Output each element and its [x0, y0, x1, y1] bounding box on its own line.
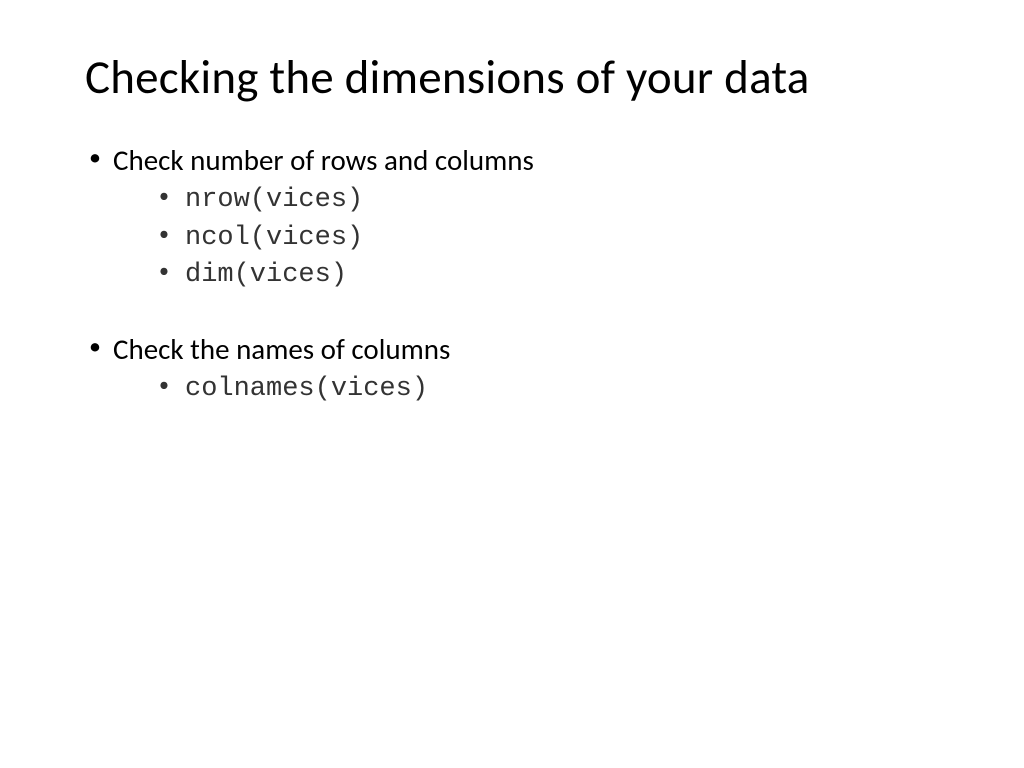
- code-item: nrow(vices): [113, 182, 939, 220]
- bullet-text: Check the names of columns: [113, 331, 450, 367]
- list-item: Check number of rows and columns nrow(vi…: [85, 142, 939, 295]
- sub-list: nrow(vices) ncol(vices) dim(vices): [113, 182, 939, 295]
- bullet-list: Check number of rows and columns nrow(vi…: [85, 142, 939, 409]
- slide-title: Checking the dimensions of your data: [85, 50, 939, 104]
- sub-list: colnames(vices): [113, 371, 939, 409]
- list-item: Check the names of columns colnames(vice…: [85, 331, 939, 408]
- code-item: ncol(vices): [113, 220, 939, 258]
- code-item: dim(vices): [113, 257, 939, 295]
- bullet-text: Check number of rows and columns: [113, 142, 534, 178]
- code-item: colnames(vices): [113, 371, 939, 409]
